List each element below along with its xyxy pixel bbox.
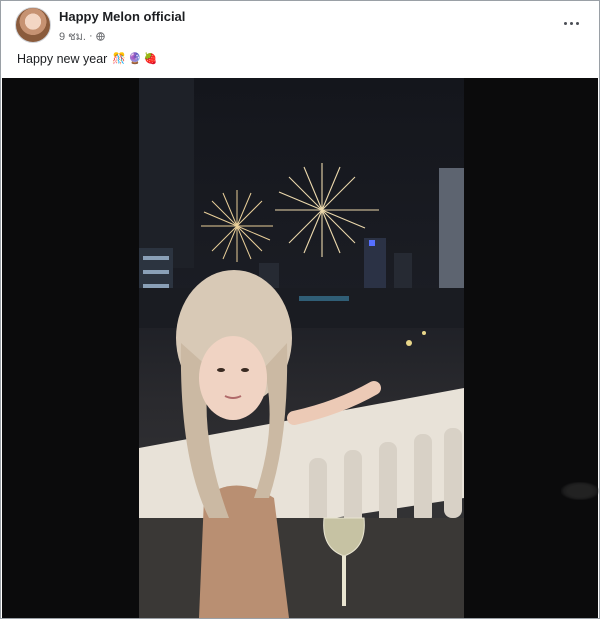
- caption-emojis: 🎊 🔮 🍓: [112, 52, 158, 65]
- video-frame[interactable]: [139, 78, 464, 618]
- page-avatar[interactable]: [15, 7, 51, 43]
- firework-left: [201, 190, 273, 262]
- post-caption: Happy new year 🎊 🔮 🍓: [17, 52, 157, 66]
- redaction-smudge: [561, 482, 599, 500]
- post-card: Happy Melon official 9 ชม. · Happy new y…: [0, 0, 600, 619]
- more-options-button[interactable]: [557, 11, 585, 35]
- building-left: [139, 78, 194, 268]
- page-name[interactable]: Happy Melon official: [59, 9, 185, 24]
- post-meta: 9 ชม. ·: [59, 27, 105, 45]
- more-options-icon: [563, 21, 567, 25]
- post-time[interactable]: 9 ชม.: [59, 27, 86, 45]
- video-scene: [139, 78, 464, 618]
- crystal-ball-emoji-icon: 🔮: [128, 52, 142, 65]
- globe-icon: [95, 31, 105, 41]
- caption-text: Happy new year: [17, 52, 108, 66]
- meta-separator: ·: [88, 30, 93, 42]
- balcony-floor: [139, 518, 464, 618]
- strawberry-emoji-icon: 🍓: [143, 52, 158, 65]
- confetti-emoji-icon: 🎊: [112, 52, 127, 65]
- post-header: Happy Melon official 9 ชม. ·: [15, 7, 585, 47]
- firework-right: [275, 163, 379, 257]
- person-face: [199, 336, 267, 420]
- post-media[interactable]: [2, 78, 598, 618]
